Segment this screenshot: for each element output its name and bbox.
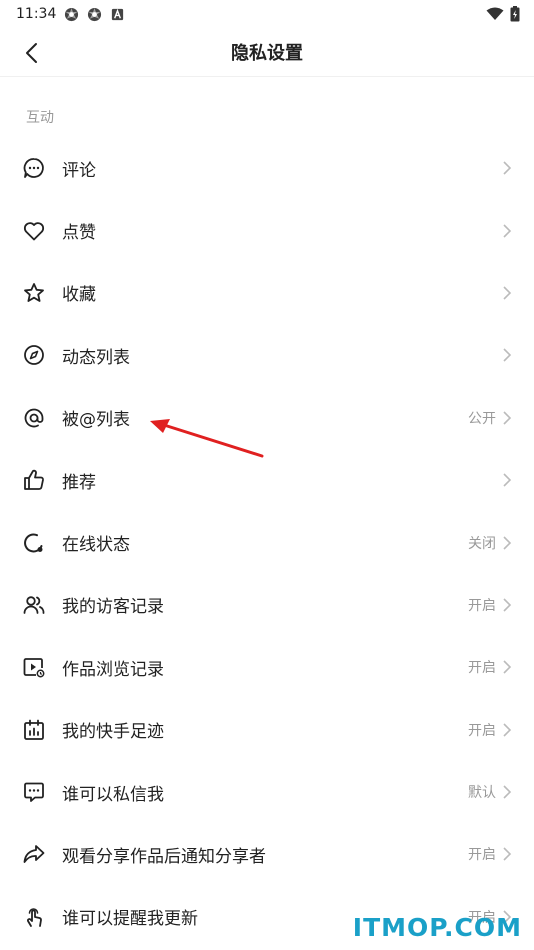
settings-item-label: 谁可以私信我: [62, 784, 164, 805]
chevron-right-icon: [502, 722, 514, 738]
chevron-right-icon: [502, 784, 514, 800]
settings-item-label: 收藏: [62, 285, 96, 306]
chevron-right-icon: [502, 223, 514, 239]
calendar-icon: [22, 718, 46, 742]
at-icon: [22, 406, 46, 430]
chevron-right-icon: [502, 846, 514, 862]
settings-item-label: 动态列表: [62, 347, 130, 368]
settings-item-online-status[interactable]: 在线状态 关闭: [0, 511, 534, 573]
compass-icon: [22, 343, 46, 367]
settings-item-footprint[interactable]: 我的快手足迹 开启: [0, 699, 534, 761]
settings-item-activity-list[interactable]: 动态列表: [0, 324, 534, 386]
settings-item-label: 评论: [62, 160, 96, 181]
star-icon: [22, 281, 46, 305]
settings-item-value: 开启: [468, 847, 496, 864]
settings-item-work-view-history[interactable]: 作品浏览记录 开启: [0, 636, 534, 698]
chevron-right-icon: [502, 285, 514, 301]
share-icon: [22, 842, 46, 866]
title-bar: 隐私设置: [0, 28, 534, 77]
settings-item-share-notify[interactable]: 观看分享作品后通知分享者 开启: [0, 823, 534, 885]
app-a-icon: [112, 8, 124, 20]
chevron-right-icon: [502, 472, 514, 488]
page-title: 隐私设置: [231, 43, 303, 64]
section-label: 互动: [26, 110, 54, 126]
chevron-right-icon: [502, 410, 514, 426]
comment-icon: [22, 156, 46, 180]
settings-item-private-message[interactable]: 谁可以私信我 默认: [0, 761, 534, 823]
message-icon: [22, 780, 46, 804]
settings-item-label: 点赞: [62, 223, 96, 244]
chevron-right-icon: [502, 160, 514, 176]
chevron-right-icon: [502, 659, 514, 675]
app-notification-icon: [88, 7, 102, 21]
settings-item-value: 默认: [468, 785, 496, 802]
battery-icon: [510, 6, 520, 22]
status-right: [486, 6, 520, 22]
settings-item-label: 我的访客记录: [62, 597, 164, 618]
settings-item-like[interactable]: 点赞: [0, 199, 534, 261]
settings-item-label: 作品浏览记录: [62, 659, 164, 680]
settings-item-label: 我的快手足迹: [62, 722, 164, 743]
settings-item-label: 在线状态: [62, 535, 130, 556]
chevron-right-icon: [502, 535, 514, 551]
visitors-icon: [22, 593, 46, 617]
video-history-icon: [22, 655, 46, 679]
settings-item-visitor-record[interactable]: 我的访客记录 开启: [0, 574, 534, 636]
settings-item-value: 关闭: [468, 535, 496, 552]
settings-item-value: 开启: [468, 660, 496, 677]
chevron-right-icon: [502, 597, 514, 613]
status-bar: 11:34: [0, 0, 534, 28]
chevron-right-icon: [502, 347, 514, 363]
settings-item-recommend[interactable]: 推荐: [0, 449, 534, 511]
status-left: 11:34: [16, 6, 125, 22]
watermark: ITMOP.COM: [352, 913, 522, 942]
back-button[interactable]: [16, 38, 46, 68]
settings-item-mentioned-list[interactable]: 被@列表 公开: [0, 387, 534, 449]
wifi-icon: [486, 7, 504, 20]
settings-item-comment[interactable]: 评论: [0, 137, 534, 199]
settings-item-favorite[interactable]: 收藏: [0, 262, 534, 324]
thumbs-up-icon: [22, 468, 46, 492]
settings-list: 评论 点赞 收藏 动态列表 被@列表 公开 推荐 在线状态 关闭 我的访客记录 …: [0, 137, 534, 948]
settings-item-value: 公开: [468, 410, 496, 427]
heart-icon: [22, 219, 46, 243]
settings-item-value: 开启: [468, 722, 496, 739]
settings-item-value: 开启: [468, 597, 496, 614]
app-notification-icon: [65, 7, 79, 21]
online-status-icon: [22, 531, 46, 555]
settings-item-label: 观看分享作品后通知分享者: [62, 846, 266, 867]
back-arrow-icon: [26, 43, 37, 63]
settings-item-label: 推荐: [62, 472, 96, 493]
touch-icon: [22, 905, 46, 929]
settings-item-label: 被@列表: [62, 410, 130, 431]
status-time: 11:34: [16, 6, 57, 22]
